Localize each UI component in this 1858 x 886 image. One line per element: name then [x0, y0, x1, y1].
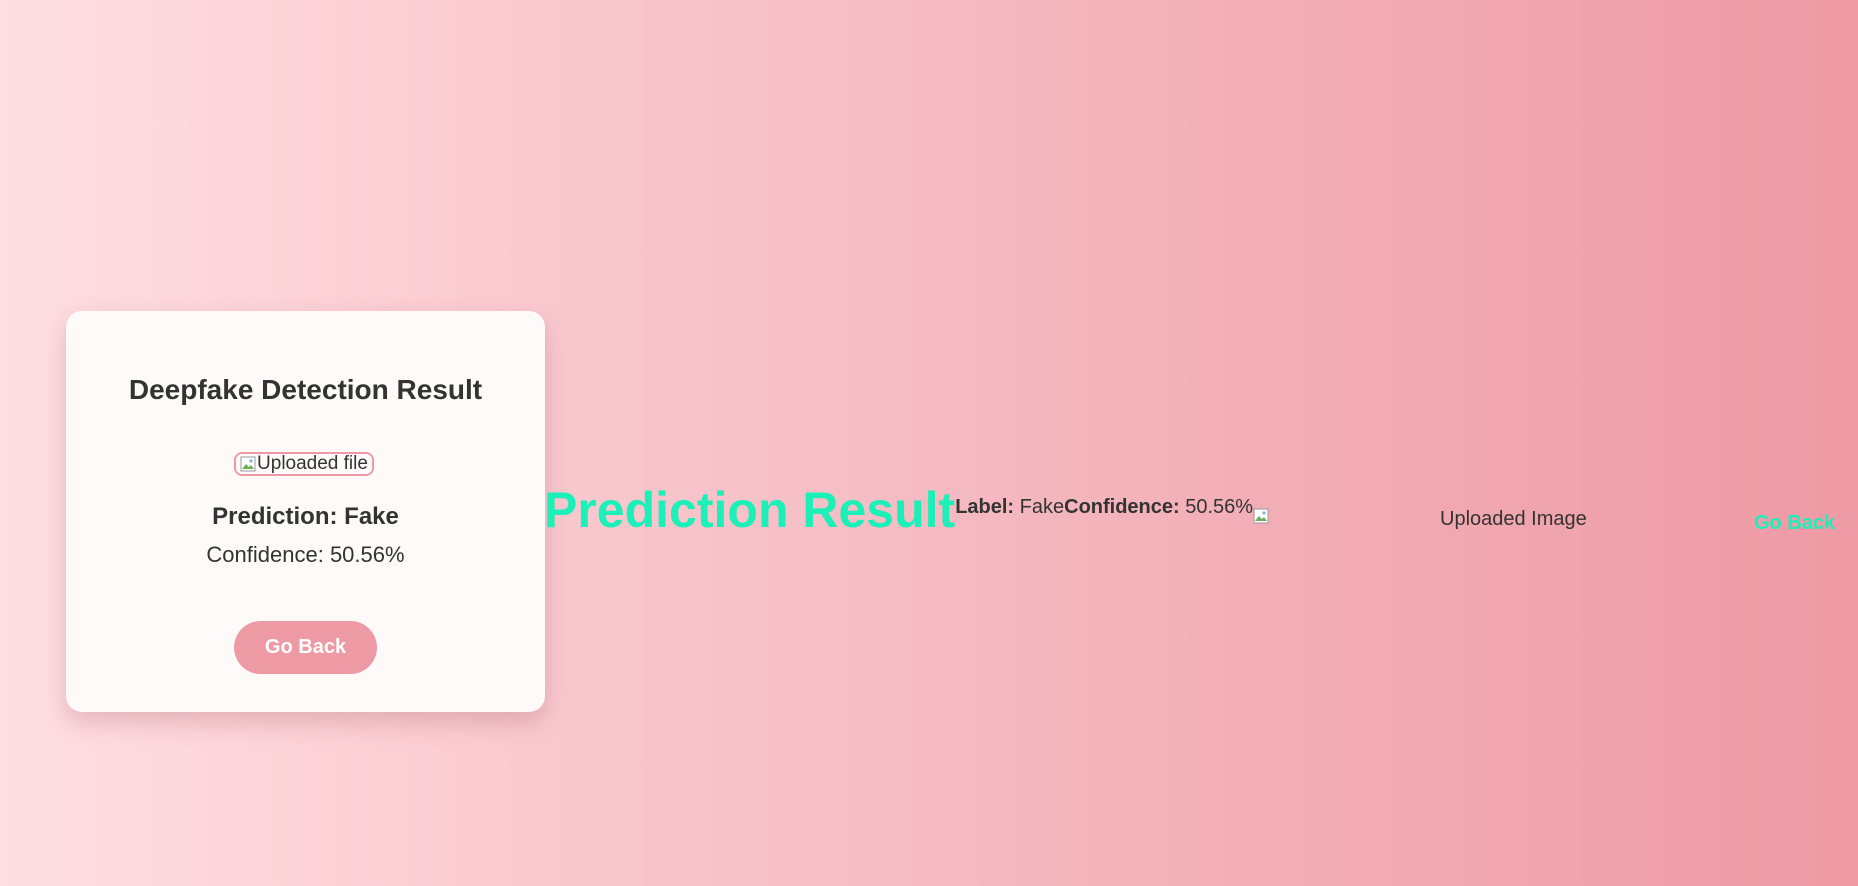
uploaded-image — [1253, 508, 1270, 524]
uploaded-file-alt-text: Uploaded file — [257, 453, 368, 474]
prediction-result-heading: Prediction Result — [544, 482, 956, 538]
prediction-text: Prediction: Fake — [212, 503, 399, 530]
uploaded-image-alt-text: Uploaded Image — [1440, 508, 1587, 530]
label-key: Label: — [955, 495, 1015, 518]
broken-image-icon — [1253, 508, 1269, 524]
confidence-value: 50.56% — [1185, 495, 1254, 518]
confidence-text: Confidence: 50.56% — [206, 542, 405, 567]
go-back-button[interactable]: Go Back — [234, 621, 377, 674]
label-line: Label: Fake — [955, 496, 1064, 519]
broken-image-icon — [240, 456, 256, 472]
unstyled-result-row: Prediction Result Label: Fake Confidence:… — [544, 480, 1253, 540]
go-back-link[interactable]: Go Back — [1754, 512, 1835, 535]
result-card: Deepfake Detection Result Uploaded file … — [66, 311, 545, 712]
label-value: Fake — [1019, 495, 1065, 518]
confidence-line: Confidence: 50.56% — [1064, 496, 1253, 519]
uploaded-file-image: Uploaded file — [234, 452, 374, 476]
card-title: Deepfake Detection Result — [128, 374, 483, 405]
confidence-key: Confidence: — [1064, 495, 1180, 518]
